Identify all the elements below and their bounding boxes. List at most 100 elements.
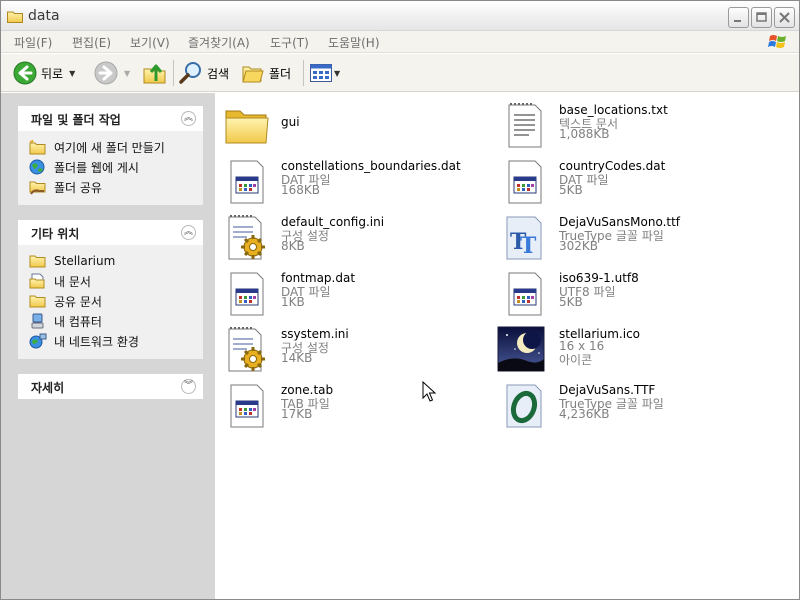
back-button[interactable]: 뒤로 ▼: [13, 54, 75, 92]
collapse-icon[interactable]: ︽: [181, 111, 196, 126]
file-item[interactable]: stellarium.ico 16 x 16 아이콘: [497, 323, 767, 373]
menu-view[interactable]: 보기(V): [130, 34, 170, 51]
close-icon: [779, 12, 790, 23]
place-label: 내 문서: [54, 274, 91, 289]
file-item[interactable]: T T DejaVuSansMono.ttf TrueType 글꼴 파일 30…: [501, 211, 771, 261]
file-size: 302KB: [559, 239, 599, 253]
close-button[interactable]: [774, 7, 795, 28]
other-places-panel: 기타 위치 ︽ Stellarium 내 문서 공유 문서 내 컴퓨터 내 네트…: [18, 220, 203, 359]
utf8-file-icon: [508, 272, 542, 316]
search-label: 검색: [207, 66, 230, 81]
file-size: 아이콘: [559, 353, 593, 367]
collapse-icon[interactable]: ︽: [181, 225, 196, 240]
up-folder-button[interactable]: [143, 54, 167, 92]
back-label: 뒤로: [41, 66, 64, 81]
maximize-button[interactable]: [751, 7, 772, 28]
other-places-header[interactable]: 기타 위치 ︽: [18, 220, 203, 245]
task-label: 폴더 공유: [54, 180, 102, 195]
place-my-computer[interactable]: 내 컴퓨터: [29, 311, 203, 331]
file-item[interactable]: DejaVuSans.TTF TrueType 글꼴 파일 4,236KB: [501, 379, 771, 429]
forward-arrow-icon: [94, 61, 118, 85]
panel-title: 파일 및 폴더 작업: [31, 113, 121, 127]
place-stellarium[interactable]: Stellarium: [29, 251, 203, 271]
title-bar[interactable]: data: [1, 1, 799, 31]
place-my-network[interactable]: 내 네트워크 환경: [29, 331, 203, 351]
tab-file-icon: [230, 384, 264, 428]
minimize-button[interactable]: [728, 7, 749, 28]
file-item[interactable]: fontmap.dat DAT 파일 1KB: [223, 267, 493, 317]
file-size: 168KB: [281, 183, 321, 197]
config-file-icon: [228, 327, 265, 372]
file-size: 5KB: [559, 183, 583, 197]
file-size: 4,236KB: [559, 407, 610, 421]
place-label: 내 컴퓨터: [54, 314, 102, 329]
file-item[interactable]: constellations_boundaries.dat DAT 파일 168…: [223, 155, 493, 205]
file-item[interactable]: countryCodes.dat DAT 파일 5KB: [501, 155, 771, 205]
menu-file[interactable]: 파일(F): [14, 34, 52, 51]
folders-icon: [242, 66, 264, 83]
toolbar-separator: [303, 60, 304, 86]
file-size: 17KB: [281, 407, 313, 421]
truetype-font-icon: T T: [506, 216, 542, 260]
file-item[interactable]: gui: [223, 99, 493, 149]
file-size: 14KB: [281, 351, 313, 365]
file-size: 1,088KB: [559, 127, 610, 141]
task-publish-web[interactable]: 폴더를 웹에 게시: [29, 157, 203, 177]
file-size: 5KB: [559, 295, 583, 309]
forward-button[interactable]: ▼: [94, 54, 130, 92]
place-shared-documents[interactable]: 공유 문서: [29, 291, 203, 311]
explorer-window: data 파일(F) 편집(E) 보기(V) 즐겨찾기(A) 도구(T) 도움말…: [0, 0, 800, 600]
search-icon: [179, 62, 201, 84]
views-button[interactable]: ▼: [310, 54, 340, 92]
maximize-icon: [756, 12, 767, 22]
file-item[interactable]: base_locations.txt 텍스트 문서 1,088KB: [501, 99, 771, 149]
menu-edit[interactable]: 편집(E): [72, 34, 111, 51]
new-folder-icon: [29, 139, 46, 155]
dat-file-icon: [508, 160, 542, 204]
views-dropdown-icon[interactable]: ▼: [334, 69, 340, 78]
details-header[interactable]: 자세히 ︾: [18, 374, 203, 399]
place-my-documents[interactable]: 내 문서: [29, 271, 203, 291]
expand-icon[interactable]: ︾: [181, 379, 196, 394]
forward-dropdown-icon[interactable]: ▼: [124, 69, 130, 78]
task-label: 여기에 새 폴더 만들기: [54, 140, 165, 155]
file-item[interactable]: zone.tab TAB 파일 17KB: [223, 379, 493, 429]
globe-icon: [29, 159, 45, 175]
file-name: gui: [281, 115, 300, 129]
task-new-folder[interactable]: 여기에 새 폴더 만들기: [29, 137, 203, 157]
file-item[interactable]: iso639-1.utf8 UTF8 파일 5KB: [501, 267, 771, 317]
search-button[interactable]: 검색: [179, 54, 229, 92]
place-label: Stellarium: [54, 254, 116, 268]
dat-file-icon: [230, 272, 264, 316]
network-icon: [29, 333, 47, 349]
place-label: 내 네트워크 환경: [54, 334, 139, 349]
text-file-icon: [508, 103, 542, 148]
file-item[interactable]: default_config.ini 구성 설정 8KB: [223, 211, 493, 261]
views-icon: [310, 64, 332, 82]
task-share-folder[interactable]: 폴더 공유: [29, 177, 203, 197]
minimize-icon: [734, 20, 741, 22]
config-file-icon: [228, 215, 265, 260]
details-panel: 자세히 ︾: [18, 374, 203, 399]
menu-help[interactable]: 도움말(H): [328, 34, 380, 51]
up-folder-icon: [143, 64, 166, 84]
back-arrow-icon: [13, 61, 37, 85]
file-folder-tasks-panel: 파일 및 폴더 작업 ︽ 여기에 새 폴더 만들기 폴더를 웹에 게시 폴더 공…: [18, 106, 203, 205]
back-dropdown-icon[interactable]: ▼: [69, 69, 75, 78]
file-size: 1KB: [281, 295, 305, 309]
folder-icon: [7, 11, 23, 23]
panel-title: 자세히: [31, 381, 65, 395]
mouse-cursor-icon: [422, 381, 436, 402]
file-item[interactable]: ssystem.ini 구성 설정 14KB: [223, 323, 493, 373]
folders-button[interactable]: 폴더: [241, 54, 291, 92]
file-list-view: gui base_locations.txt 텍스트 문서 1,088KB co…: [215, 93, 799, 599]
menu-tools[interactable]: 도구(T): [270, 34, 309, 51]
file-folder-tasks-header[interactable]: 파일 및 폴더 작업 ︽: [18, 106, 203, 131]
place-label: 공유 문서: [54, 294, 102, 309]
menu-favorites[interactable]: 즐겨찾기(A): [188, 34, 250, 51]
task-label: 폴더를 웹에 게시: [54, 160, 139, 175]
task-pane: 파일 및 폴더 작업 ︽ 여기에 새 폴더 만들기 폴더를 웹에 게시 폴더 공…: [1, 93, 215, 599]
windows-logo-icon: [768, 35, 786, 48]
toolbar-separator: [173, 60, 174, 86]
menu-bar: 파일(F) 편집(E) 보기(V) 즐겨찾기(A) 도구(T) 도움말(H): [1, 31, 799, 53]
